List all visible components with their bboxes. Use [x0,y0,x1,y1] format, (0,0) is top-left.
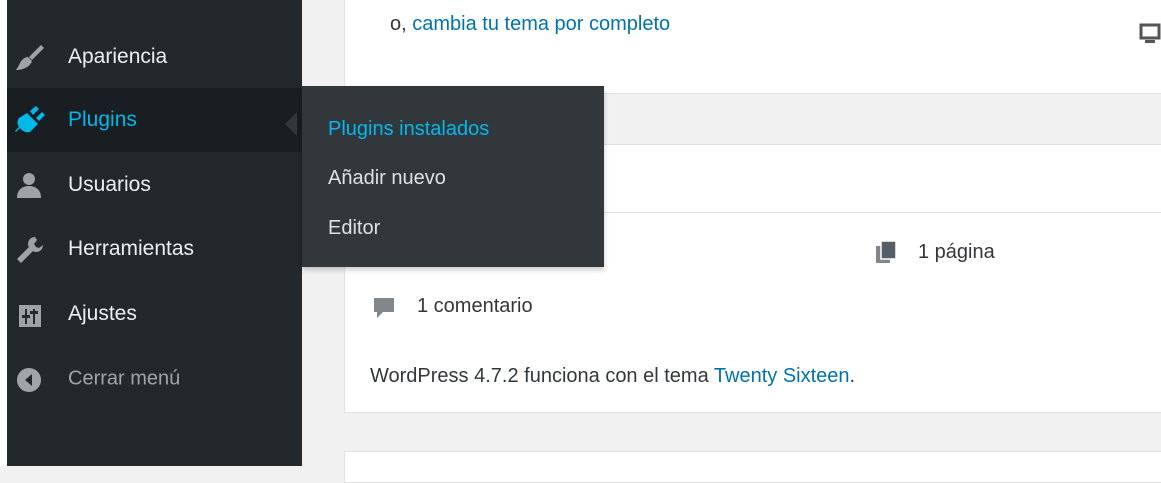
admin-sidebar: Apariencia Plugins Usuarios Herramientas [7,0,302,466]
welcome-card: o, cambia tu tema por completo [344,0,1161,94]
theme-link[interactable]: Twenty Sixteen [714,365,850,387]
submenu-anadir-nuevo[interactable]: Añadir nuevo [328,167,446,190]
menu-apariencia[interactable]: Apariencia [7,25,302,89]
menu-plugins[interactable]: Plugins [7,88,302,152]
version-prefix: WordPress 4.7.2 funciona con el tema [370,365,714,387]
next-card [344,451,1161,483]
change-theme-link[interactable]: cambia tu tema por completo [412,13,670,35]
menu-usuarios-label: Usuarios [68,173,151,196]
menu-ajustes-label: Ajustes [68,302,137,325]
pages-icon [876,240,897,263]
menu-ajustes[interactable]: Ajustes [7,282,302,346]
screen-icon [1139,23,1161,43]
flyout-pointer [285,112,297,136]
version-suffix: . [849,365,856,387]
plugins-submenu: Plugins instalados Añadir nuevo Editor [302,86,604,267]
welcome-text: o, cambia tu tema por completo [390,13,670,36]
users-icon [17,173,41,198]
pages-count-link[interactable]: 1 página [918,241,995,264]
version-text: WordPress 4.7.2 funciona con el tema Twe… [370,365,855,388]
plugin-icon [15,106,45,133]
window-edge [0,0,7,466]
welcome-prefix: o, [390,13,413,35]
menu-plugins-label: Plugins [68,108,137,131]
submenu-editor[interactable]: Editor [328,217,380,240]
menu-usuarios[interactable]: Usuarios [7,153,302,217]
collapse-arrow-icon [17,368,41,392]
wrench-icon [17,237,43,263]
submenu-plugins-instalados[interactable]: Plugins instalados [328,118,489,141]
comment-icon [374,298,394,318]
menu-herramientas-label: Herramientas [68,237,195,260]
collapse-menu-button[interactable]: Cerrar menú [7,347,302,411]
menu-herramientas[interactable]: Herramientas [7,217,302,281]
collapse-menu-label: Cerrar menú [68,367,181,390]
menu-apariencia-label: Apariencia [68,45,168,68]
settings-sliders-icon [19,305,41,327]
paintbrush-icon [16,45,44,70]
comments-count-link[interactable]: 1 comentario [417,295,533,318]
